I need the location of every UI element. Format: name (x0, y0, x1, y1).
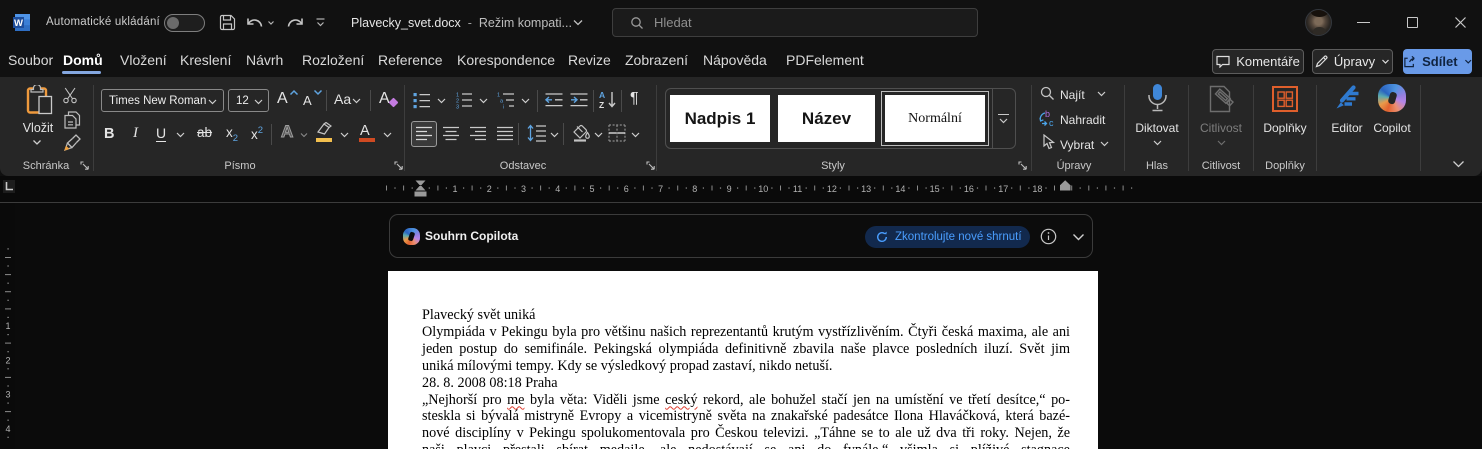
svg-text:i: i (503, 105, 504, 109)
svg-text:c: c (1049, 118, 1054, 128)
svg-text:3: 3 (521, 184, 526, 194)
svg-text:12: 12 (827, 184, 837, 194)
svg-text:9: 9 (727, 184, 732, 194)
svg-text:3: 3 (456, 104, 459, 109)
svg-text:4: 4 (5, 424, 10, 434)
svg-text:2: 2 (5, 355, 10, 365)
svg-text:8: 8 (692, 184, 697, 194)
svg-text:16: 16 (964, 184, 974, 194)
svg-text:10: 10 (758, 184, 768, 194)
svg-text:18: 18 (1032, 184, 1042, 194)
svg-text:11: 11 (793, 184, 802, 194)
svg-text:17: 17 (998, 184, 1008, 194)
svg-text:6: 6 (624, 184, 629, 194)
svg-text:2: 2 (487, 184, 492, 194)
svg-text:1: 1 (452, 184, 457, 194)
svg-text:A: A (599, 90, 605, 100)
svg-text:3: 3 (5, 390, 10, 400)
svg-text:14: 14 (895, 184, 905, 194)
svg-text:5: 5 (589, 184, 594, 194)
svg-text:13: 13 (861, 184, 871, 194)
svg-text:a: a (500, 98, 504, 104)
svg-text:1: 1 (5, 321, 10, 331)
svg-text:4: 4 (555, 184, 560, 194)
svg-text:Z: Z (599, 100, 604, 110)
svg-text:15: 15 (930, 184, 940, 194)
svg-text:7: 7 (658, 184, 663, 194)
svg-text:W: W (14, 18, 23, 29)
